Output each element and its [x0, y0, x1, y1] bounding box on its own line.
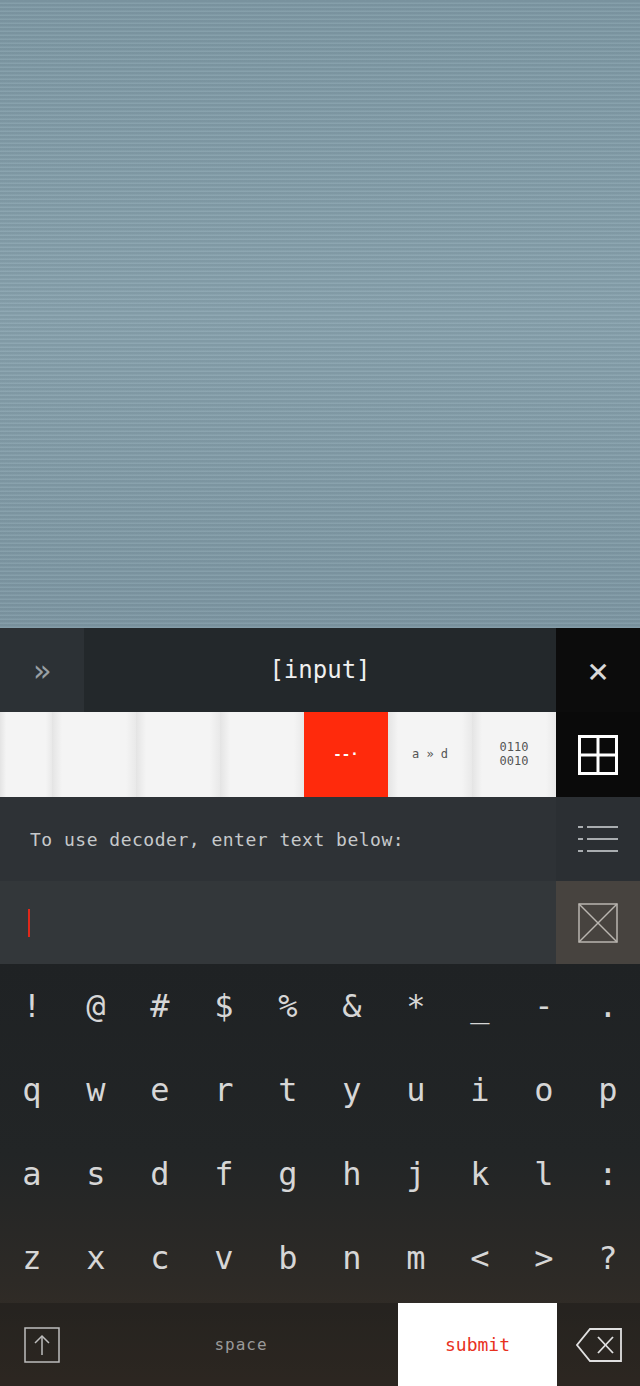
list-icon: [578, 825, 618, 853]
space-key[interactable]: space: [84, 1303, 398, 1386]
key[interactable]: .: [576, 964, 640, 1048]
key[interactable]: l: [512, 1132, 576, 1216]
mode-tabs: --·a » d0110 0010: [0, 712, 556, 797]
key[interactable]: -: [512, 964, 576, 1048]
list-view-button[interactable]: [556, 797, 640, 881]
close-button[interactable]: ×: [556, 628, 640, 712]
mode-bar: --·a » d0110 0010: [0, 712, 640, 797]
mode-tab[interactable]: --·: [304, 712, 388, 797]
prompt-text: To use decoder, enter text below:: [0, 797, 556, 881]
key[interactable]: a: [0, 1132, 64, 1216]
mode-tab[interactable]: [220, 712, 304, 797]
key[interactable]: i: [448, 1048, 512, 1132]
grid-icon: [578, 735, 618, 775]
clear-button[interactable]: [556, 881, 640, 964]
key[interactable]: x: [64, 1216, 128, 1300]
key[interactable]: m: [384, 1216, 448, 1300]
video-frame: [0, 0, 640, 628]
key[interactable]: u: [384, 1048, 448, 1132]
mode-tab[interactable]: a » d: [388, 712, 472, 797]
shift-key[interactable]: [0, 1303, 84, 1386]
key[interactable]: <: [448, 1216, 512, 1300]
mode-tab[interactable]: 0110 0010: [472, 712, 556, 797]
key[interactable]: ?: [576, 1216, 640, 1300]
mode-tab[interactable]: [52, 712, 136, 797]
backspace-key[interactable]: [557, 1303, 640, 1386]
key[interactable]: d: [128, 1132, 192, 1216]
key[interactable]: q: [0, 1048, 64, 1132]
key[interactable]: t: [256, 1048, 320, 1132]
backspace-icon: [576, 1328, 622, 1362]
key[interactable]: h: [320, 1132, 384, 1216]
key-row: qwertyuiop: [0, 1048, 640, 1132]
key-row: zxcvbnm<>?: [0, 1216, 640, 1300]
key[interactable]: o: [512, 1048, 576, 1132]
key[interactable]: #: [128, 964, 192, 1048]
key[interactable]: _: [448, 964, 512, 1048]
key[interactable]: >: [512, 1216, 576, 1300]
key[interactable]: :: [576, 1132, 640, 1216]
key[interactable]: s: [64, 1132, 128, 1216]
expand-button[interactable]: »: [0, 628, 84, 712]
key[interactable]: v: [192, 1216, 256, 1300]
key[interactable]: p: [576, 1048, 640, 1132]
decoder-input[interactable]: [0, 881, 556, 964]
key-row: !@#$%&*_-.: [0, 964, 640, 1048]
key[interactable]: w: [64, 1048, 128, 1132]
submit-button[interactable]: submit: [398, 1303, 557, 1386]
clear-box-icon: [578, 903, 618, 943]
key[interactable]: &: [320, 964, 384, 1048]
key-row: asdfghjkl:: [0, 1132, 640, 1216]
key[interactable]: k: [448, 1132, 512, 1216]
panel-title: [input]: [84, 628, 556, 712]
key[interactable]: $: [192, 964, 256, 1048]
key[interactable]: r: [192, 1048, 256, 1132]
mode-tab[interactable]: [136, 712, 220, 797]
key[interactable]: e: [128, 1048, 192, 1132]
keyboard-bottom-row: spacesubmit: [0, 1303, 640, 1386]
key[interactable]: j: [384, 1132, 448, 1216]
key[interactable]: %: [256, 964, 320, 1048]
key[interactable]: y: [320, 1048, 384, 1132]
key[interactable]: b: [256, 1216, 320, 1300]
mode-tab[interactable]: [0, 712, 52, 797]
key[interactable]: c: [128, 1216, 192, 1300]
key[interactable]: !: [0, 964, 64, 1048]
header-bar: »[input]×: [0, 628, 640, 712]
key[interactable]: z: [0, 1216, 64, 1300]
key[interactable]: @: [64, 964, 128, 1048]
prompt-row: To use decoder, enter text below:: [0, 797, 640, 881]
keyboard: !@#$%&*_-.qwertyuiopasdfghjkl:zxcvbnm<>?…: [0, 964, 640, 1386]
key[interactable]: g: [256, 1132, 320, 1216]
grid-view-button[interactable]: [556, 712, 640, 797]
text-cursor: [28, 909, 30, 937]
shift-arrow-icon: [24, 1327, 60, 1363]
key[interactable]: n: [320, 1216, 384, 1300]
key[interactable]: *: [384, 964, 448, 1048]
key[interactable]: f: [192, 1132, 256, 1216]
input-row: [0, 881, 640, 964]
